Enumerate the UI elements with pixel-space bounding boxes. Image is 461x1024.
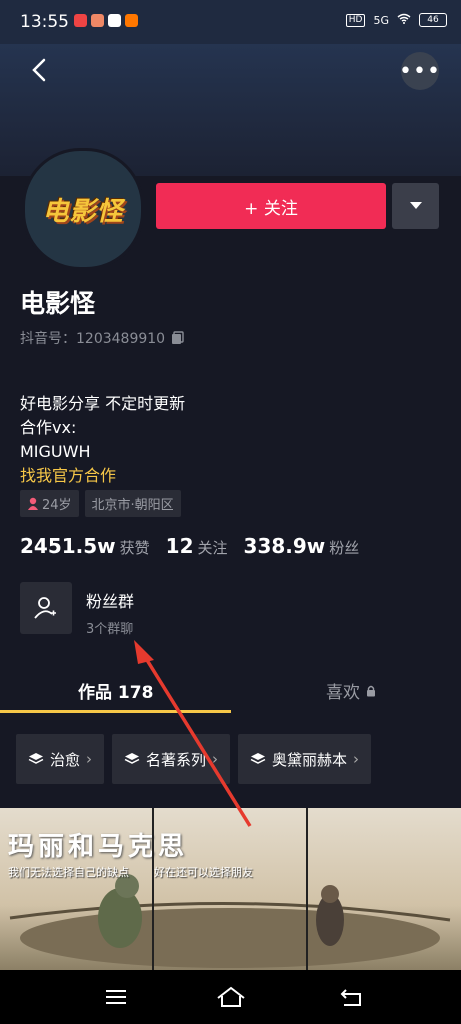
fan-group-entry[interactable]: 粉丝群 3个群聊 bbox=[20, 582, 134, 637]
likes-label: 获赞 bbox=[119, 539, 150, 557]
douyin-id-text: 抖音号：1203489910 bbox=[20, 331, 166, 347]
bio-line: 好电影分享 不定时更新 bbox=[20, 394, 186, 413]
notification-icons bbox=[74, 14, 138, 27]
chevron-right-icon: › bbox=[212, 750, 219, 768]
fans-label: 粉丝 bbox=[329, 539, 360, 557]
profile-stats: 2451.5w 获赞 12 关注 338.9w 粉丝 bbox=[20, 534, 359, 558]
fans-stat[interactable]: 338.9w 粉丝 bbox=[244, 534, 360, 558]
video-subtitle-left: 我们无法选择自己的缺点 bbox=[8, 866, 129, 879]
chevron-right-icon: › bbox=[86, 750, 93, 768]
caret-down-icon bbox=[409, 202, 422, 209]
lock-icon bbox=[367, 685, 375, 696]
fans-count: 338.9w bbox=[243, 534, 326, 558]
status-right: HD 5G 46 bbox=[345, 13, 447, 27]
layers-icon bbox=[250, 753, 266, 764]
likes-count: 2451.5w bbox=[20, 534, 116, 558]
layers-icon bbox=[28, 753, 44, 764]
fan-group-title: 粉丝群 bbox=[86, 592, 135, 611]
more-button[interactable]: ••• bbox=[399, 52, 441, 90]
wifi-icon bbox=[397, 13, 411, 27]
tab-likes[interactable]: 喜欢 bbox=[326, 678, 376, 703]
collection-list: 治愈 › 名著系列 › 奥黛丽赫本 › bbox=[16, 734, 372, 784]
back-arrow-icon bbox=[32, 58, 46, 82]
battery-icon: 46 bbox=[419, 13, 447, 27]
cooperation-link[interactable]: 找我官方合作 bbox=[20, 464, 185, 488]
layers-icon bbox=[124, 753, 140, 764]
following-stat[interactable]: 12 关注 bbox=[166, 534, 228, 558]
status-bar: 13:55 HD 5G 46 bbox=[0, 0, 461, 44]
fan-group-icon bbox=[20, 582, 72, 634]
collection-label: 治愈 bbox=[50, 750, 81, 769]
mail-icon bbox=[108, 14, 121, 27]
tab-likes-label: 喜欢 bbox=[326, 683, 360, 703]
following-count: 12 bbox=[165, 534, 194, 558]
chevron-right-icon: › bbox=[353, 750, 360, 768]
system-nav-bar bbox=[0, 970, 461, 1024]
active-tab-indicator bbox=[0, 710, 231, 713]
app-notification-icon bbox=[91, 14, 104, 27]
profile-name: 电影怪 bbox=[20, 289, 96, 318]
home-nav-button[interactable] bbox=[216, 984, 245, 1010]
more-icon: ••• bbox=[399, 58, 441, 84]
collection-item[interactable]: 名著系列 › bbox=[112, 734, 231, 784]
grid-divider bbox=[152, 808, 154, 970]
tab-works[interactable]: 作品 178 bbox=[78, 678, 153, 703]
menu-nav-button[interactable] bbox=[103, 984, 129, 1010]
recommend-dropdown-button[interactable] bbox=[392, 183, 439, 229]
profile-tags: 24岁 北京市·朝阳区 bbox=[20, 490, 181, 517]
location-text: 北京市·朝阳区 bbox=[91, 498, 174, 513]
location-tag: 北京市·朝阳区 bbox=[84, 490, 181, 517]
bio-line: 合作vx: bbox=[20, 418, 77, 437]
age-tag: 24岁 bbox=[20, 490, 79, 517]
following-label: 关注 bbox=[197, 539, 228, 557]
fan-group-subtitle: 3个群聊 bbox=[86, 622, 134, 637]
grid-divider bbox=[306, 808, 308, 970]
bio-line: MIGUWH bbox=[20, 442, 91, 461]
collection-label: 名著系列 bbox=[146, 750, 207, 769]
signal-label: 5G bbox=[373, 13, 389, 27]
collection-item[interactable]: 治愈 › bbox=[16, 734, 105, 784]
avatar-logo-text: 电影怪 bbox=[42, 196, 124, 227]
copy-icon[interactable] bbox=[171, 331, 185, 345]
age-text: 24岁 bbox=[42, 498, 72, 513]
menu-icon bbox=[106, 990, 126, 1004]
hd-icon: HD bbox=[345, 13, 366, 27]
video-grid-row[interactable]: 玛丽和马克思 我们无法选择自己的缺点 好在还可以选择朋友 bbox=[0, 808, 461, 970]
female-icon bbox=[28, 497, 38, 510]
likes-stat: 2451.5w 获赞 bbox=[20, 534, 150, 558]
home-icon bbox=[217, 986, 245, 1007]
profile-bio: 好电影分享 不定时更新 合作vx: MIGUWH 找我官方合作 bbox=[20, 392, 185, 488]
status-time: 13:55 bbox=[20, 12, 69, 32]
video-subtitle-right: 好在还可以选择朋友 bbox=[154, 866, 253, 879]
content-tabs: 作品 178 喜欢 bbox=[0, 668, 461, 714]
app-notification-icon bbox=[125, 14, 138, 27]
return-icon bbox=[340, 989, 361, 1006]
follow-button[interactable]: + 关注 bbox=[156, 183, 386, 229]
video-title: 玛丽和马克思 bbox=[8, 832, 189, 862]
back-nav-button[interactable] bbox=[338, 984, 364, 1010]
app-notification-icon bbox=[74, 14, 87, 27]
collection-item[interactable]: 奥黛丽赫本 › bbox=[238, 734, 372, 784]
avatar[interactable]: 电影怪 bbox=[22, 148, 144, 270]
collection-label: 奥黛丽赫本 bbox=[272, 750, 348, 769]
douyin-id: 抖音号：1203489910 bbox=[20, 328, 185, 348]
back-button[interactable] bbox=[26, 56, 54, 84]
